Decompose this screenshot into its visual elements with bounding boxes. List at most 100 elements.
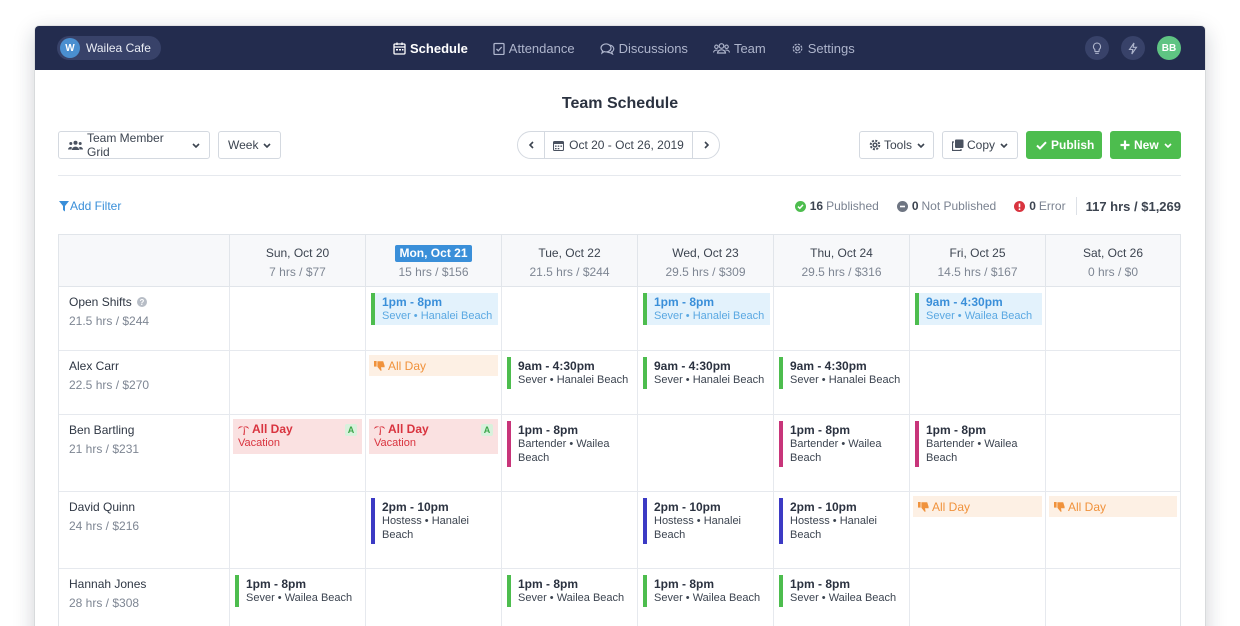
new-dropdown[interactable]: New: [1110, 131, 1181, 159]
shift-card[interactable]: 1pm - 8pm Bartender • Wailea Beach: [779, 421, 906, 467]
whats-new-button[interactable]: [1121, 36, 1145, 60]
schedule-cell[interactable]: [773, 287, 909, 350]
time-off-card[interactable]: All Day A Vacation: [369, 419, 498, 454]
publish-label: Publish: [1051, 138, 1095, 152]
schedule-cell[interactable]: [229, 287, 365, 350]
tools-dropdown[interactable]: Tools: [859, 131, 934, 159]
schedule-cell[interactable]: 9am - 4:30pm Sever • Hanalei Beach: [773, 351, 909, 414]
schedule-cell[interactable]: [365, 569, 501, 626]
copy-dropdown[interactable]: Copy: [942, 131, 1018, 159]
toolbar-divider: [58, 175, 1181, 176]
schedule-cell[interactable]: All Day A Vacation: [229, 415, 365, 491]
schedule-cell[interactable]: [1045, 415, 1180, 491]
schedule-cell[interactable]: 9am - 4:30pm Sever • Hanalei Beach: [501, 351, 637, 414]
schedule-cell[interactable]: [909, 351, 1045, 414]
shift-card[interactable]: 1pm - 8pm Sever • Wailea Beach: [235, 575, 362, 607]
schedule-cell[interactable]: [1045, 287, 1180, 350]
schedule-cell[interactable]: 1pm - 8pm Bartender • Wailea Beach: [773, 415, 909, 491]
nav-discussions[interactable]: Discussions: [599, 41, 688, 56]
employee-name[interactable]: Alex Carr: [69, 359, 219, 373]
copy-label: Copy: [967, 138, 996, 152]
shift-card[interactable]: 2pm - 10pm Hostess • Hanalei Beach: [779, 498, 906, 544]
shift-time: 1pm - 8pm: [518, 423, 579, 437]
employee-cell: Open Shifts? 21.5 hrs / $244: [59, 287, 229, 350]
schedule-cell[interactable]: [637, 415, 773, 491]
next-week-button[interactable]: [693, 132, 719, 158]
range-dropdown[interactable]: Week: [218, 131, 281, 159]
schedule-cell[interactable]: 1pm - 8pm Bartender • Wailea Beach: [501, 415, 637, 491]
schedule-cell[interactable]: All Day: [909, 492, 1045, 568]
schedule-cell[interactable]: 1pm - 8pm Sever • Hanalei Beach: [365, 287, 501, 350]
schedule-cell[interactable]: 1pm - 8pm Sever • Wailea Beach: [501, 569, 637, 626]
schedule-cell[interactable]: All Day: [365, 351, 501, 414]
shift-card[interactable]: 1pm - 8pm Sever • Wailea Beach: [643, 575, 770, 607]
schedule-cell[interactable]: [1045, 351, 1180, 414]
schedule-cell[interactable]: [229, 351, 365, 414]
unavailable-all-day[interactable]: All Day: [1049, 496, 1177, 517]
shift-card[interactable]: 1pm - 8pm Bartender • Wailea Beach: [915, 421, 1042, 467]
day-header[interactable]: Thu, Oct 24 29.5 hrs / $316: [773, 235, 909, 286]
schedule-cell[interactable]: All Day A Vacation: [365, 415, 501, 491]
day-header[interactable]: Wed, Oct 23 29.5 hrs / $309: [637, 235, 773, 286]
open-shift-card[interactable]: 1pm - 8pm Sever • Hanalei Beach: [643, 293, 770, 325]
schedule-cell[interactable]: 2pm - 10pm Hostess • Hanalei Beach: [637, 492, 773, 568]
nav-attendance[interactable]: Attendance: [493, 41, 575, 56]
day-header[interactable]: Tue, Oct 22 21.5 hrs / $244: [501, 235, 637, 286]
nav-schedule[interactable]: Schedule: [393, 41, 468, 56]
unavailable-all-day[interactable]: All Day: [369, 355, 498, 376]
schedule-cell[interactable]: [229, 492, 365, 568]
schedule-cell[interactable]: 1pm - 8pm Sever • Hanalei Beach: [637, 287, 773, 350]
time-off-card[interactable]: All Day A Vacation: [233, 419, 362, 454]
shift-card[interactable]: 1pm - 8pm Bartender • Wailea Beach: [507, 421, 634, 467]
employee-name-text: Hannah Jones: [69, 577, 147, 591]
schedule-cell[interactable]: 2pm - 10pm Hostess • Hanalei Beach: [365, 492, 501, 568]
schedule-cell[interactable]: [501, 492, 637, 568]
nav-utilities: BB: [1073, 36, 1181, 60]
nav-settings[interactable]: Settings: [791, 41, 855, 56]
nav-team[interactable]: Team: [712, 41, 766, 56]
day-header[interactable]: Mon, Oct 21 15 hrs / $156: [365, 235, 501, 286]
day-header[interactable]: Sat, Oct 26 0 hrs / $0: [1045, 235, 1180, 286]
prev-week-button[interactable]: [518, 132, 544, 158]
schedule-cell[interactable]: 1pm - 8pm Sever • Wailea Beach: [637, 569, 773, 626]
open-shift-card[interactable]: 9am - 4:30pm Sever • Wailea Beach: [915, 293, 1042, 325]
shift-card[interactable]: 1pm - 8pm Sever • Wailea Beach: [779, 575, 906, 607]
open-shift-card[interactable]: 1pm - 8pm Sever • Hanalei Beach: [371, 293, 498, 325]
shift-card[interactable]: 9am - 4:30pm Sever • Hanalei Beach: [507, 357, 634, 389]
schedule-cell[interactable]: 2pm - 10pm Hostess • Hanalei Beach: [773, 492, 909, 568]
employee-name[interactable]: Open Shifts?: [69, 295, 219, 309]
schedule-cell[interactable]: [909, 569, 1045, 626]
help-circle-icon[interactable]: ?: [136, 297, 147, 307]
shift-card[interactable]: 9am - 4:30pm Sever • Hanalei Beach: [779, 357, 906, 389]
day-header[interactable]: Sun, Oct 20 7 hrs / $77: [229, 235, 365, 286]
employee-name[interactable]: David Quinn: [69, 500, 219, 514]
shift-card[interactable]: 1pm - 8pm Sever • Wailea Beach: [507, 575, 634, 607]
schedule-cell[interactable]: [1045, 569, 1180, 626]
add-filter-link[interactable]: Add Filter: [59, 199, 121, 213]
view-dropdown[interactable]: Team Member Grid: [58, 131, 210, 159]
shift-card[interactable]: 9am - 4:30pm Sever • Hanalei Beach: [643, 357, 770, 389]
publish-button[interactable]: Publish: [1026, 131, 1102, 159]
filter-icon: [59, 200, 69, 211]
schedule-cell[interactable]: All Day: [1045, 492, 1180, 568]
help-button[interactable]: [1085, 36, 1109, 60]
employee-name[interactable]: Ben Bartling: [69, 423, 219, 437]
schedule-cell[interactable]: 9am - 4:30pm Sever • Wailea Beach: [909, 287, 1045, 350]
schedule-cell[interactable]: [501, 287, 637, 350]
shift-card[interactable]: 2pm - 10pm Hostess • Hanalei Beach: [371, 498, 498, 544]
shift-role-location: Bartender • Wailea Beach: [926, 438, 1018, 464]
unavailable-all-day[interactable]: All Day: [913, 496, 1042, 517]
user-avatar[interactable]: BB: [1157, 36, 1181, 60]
schedule-cell[interactable]: 1pm - 8pm Sever • Wailea Beach: [773, 569, 909, 626]
shift-time: 1pm - 8pm: [654, 295, 715, 309]
workspace-switcher[interactable]: W Wailea Cafe: [57, 36, 161, 60]
employee-name[interactable]: Hannah Jones: [69, 577, 219, 591]
day-header[interactable]: Fri, Oct 25 14.5 hrs / $167: [909, 235, 1045, 286]
date-range-picker[interactable]: Oct 20 - Oct 26, 2019: [544, 132, 693, 158]
day-label: Sat, Oct 26: [1082, 246, 1144, 260]
schedule-cell[interactable]: 1pm - 8pm Bartender • Wailea Beach: [909, 415, 1045, 491]
schedule-cell[interactable]: 9am - 4:30pm Sever • Hanalei Beach: [637, 351, 773, 414]
shift-card[interactable]: 2pm - 10pm Hostess • Hanalei Beach: [643, 498, 770, 544]
grid-corner: [59, 235, 229, 286]
schedule-cell[interactable]: 1pm - 8pm Sever • Wailea Beach: [229, 569, 365, 626]
